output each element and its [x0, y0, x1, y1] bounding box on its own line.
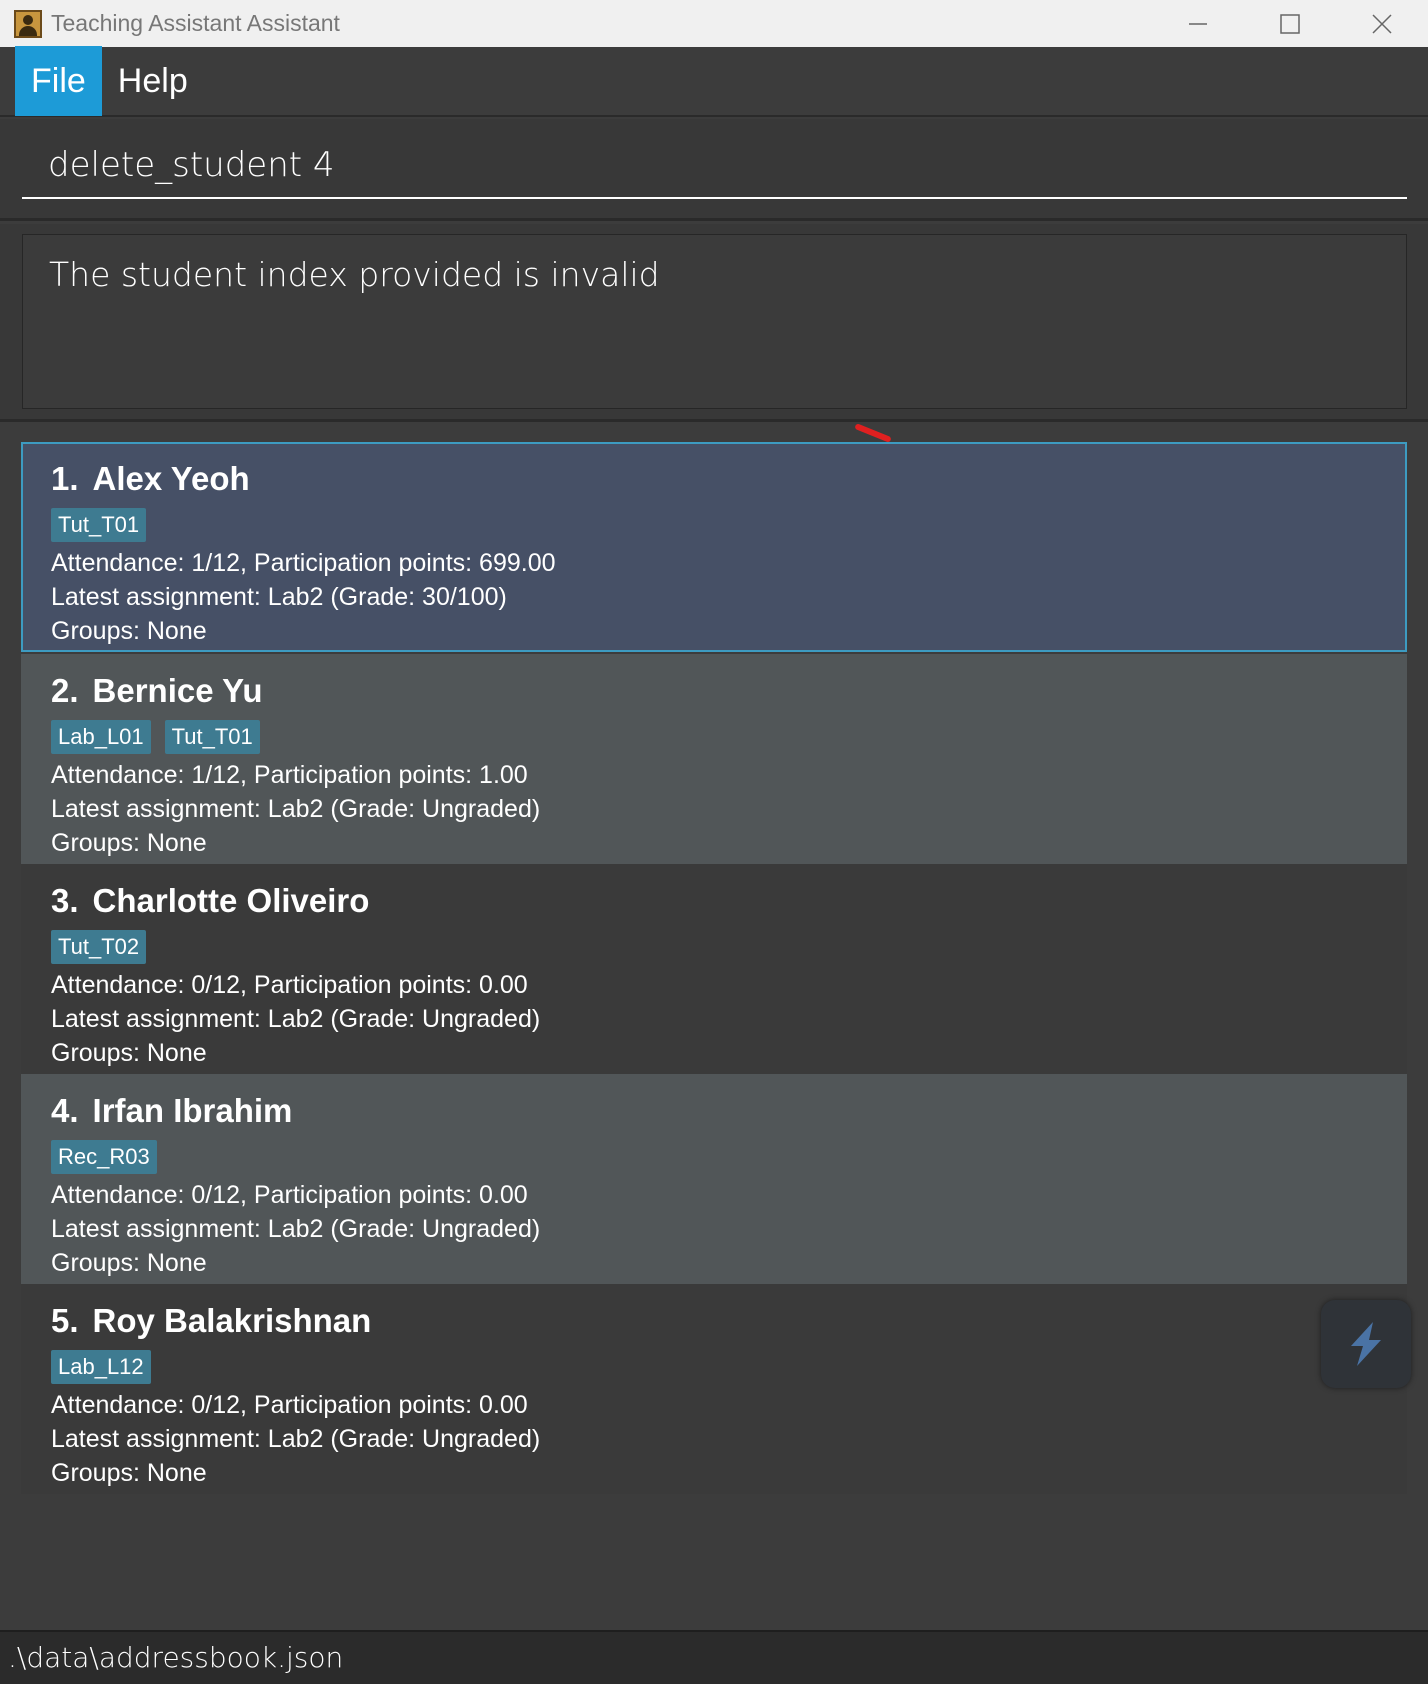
student-card[interactable]: 4. Irfan Ibrahim Rec_R03 Attendance: 0/12… [21, 1074, 1407, 1284]
groups-text: Groups: None [51, 829, 207, 857]
window-title: Teaching Assistant Assistant [51, 10, 340, 36]
student-name-row: 1. Alex Yeoh [51, 456, 1377, 502]
groups-text: Groups: None [51, 1459, 207, 1487]
result-display: The student index provided is invalid [22, 234, 1407, 409]
result-pane: The student index provided is invalid [0, 224, 1428, 422]
student-card[interactable]: 5. Roy Balakrishnan Lab_L12 Attendance: 0… [21, 1284, 1407, 1494]
tag-list: Tut_T02 [51, 930, 1377, 966]
attendance-text: Attendance: 0/12, Participation points: … [51, 1181, 528, 1209]
assignment-text: Latest assignment: Lab2 (Grade: Ungraded… [51, 1425, 541, 1453]
student-name: Charlotte Oliveiro [92, 882, 370, 919]
maximize-button[interactable] [1244, 0, 1336, 47]
minimize-button[interactable] [1152, 0, 1244, 47]
student-card[interactable]: 1. Alex Yeoh Tut_T01 Attendance: 1/12, Pa… [21, 442, 1407, 652]
tag-list: Rec_R03 [51, 1140, 1377, 1176]
assignment-text: Latest assignment: Lab2 (Grade: Ungraded… [51, 795, 541, 823]
assignment-text: Latest assignment: Lab2 (Grade: Ungraded… [51, 1005, 541, 1033]
app-icon [14, 9, 42, 38]
student-index: 5. [51, 1302, 79, 1339]
minimize-icon [1189, 22, 1207, 25]
menu-file[interactable]: File [15, 46, 102, 116]
status-bar: .\data\addressbook.json [0, 1630, 1428, 1684]
close-button[interactable] [1336, 0, 1428, 47]
student-index: 3. [51, 882, 79, 919]
student-name: Roy Balakrishnan [92, 1302, 372, 1339]
tag: Lab_L01 [51, 720, 151, 754]
command-pane: delete_student 4 [0, 119, 1428, 221]
attendance-text: Attendance: 0/12, Participation points: … [51, 1391, 528, 1419]
attendance-text: Attendance: 1/12, Participation points: … [51, 761, 528, 789]
tag: Tut_T02 [51, 930, 147, 964]
student-name-row: 3. Charlotte Oliveiro [51, 878, 1377, 924]
menu-help[interactable]: Help [102, 46, 204, 116]
student-index: 4. [51, 1092, 79, 1129]
maximize-icon [1280, 13, 1300, 34]
student-name: Bernice Yu [92, 672, 263, 709]
student-name-row: 5. Roy Balakrishnan [51, 1298, 1377, 1344]
tag: Lab_L12 [51, 1350, 151, 1384]
attendance-text: Attendance: 1/12, Participation points: … [51, 549, 556, 577]
menu-bar: File Help [0, 46, 1428, 117]
tag: Tut_T01 [51, 508, 147, 542]
floating-action-button[interactable] [1321, 1300, 1411, 1388]
student-name-row: 4. Irfan Ibrahim [51, 1088, 1377, 1134]
lightning-icon [1351, 1322, 1381, 1366]
tag-list: Tut_T01 [51, 508, 1377, 544]
window-controls [1152, 0, 1428, 47]
student-index: 1. [51, 460, 79, 497]
assignment-text: Latest assignment: Lab2 (Grade: Ungraded… [51, 1215, 541, 1243]
tag-list: Lab_L12 [51, 1350, 1377, 1386]
command-input[interactable]: delete_student 4 [22, 135, 1407, 199]
assignment-text: Latest assignment: Lab2 (Grade: 30/100) [51, 583, 507, 611]
student-name: Alex Yeoh [92, 460, 250, 497]
close-icon [1372, 13, 1392, 34]
student-index: 2. [51, 672, 79, 709]
student-name: Irfan Ibrahim [92, 1092, 293, 1129]
student-card[interactable]: 3. Charlotte Oliveiro Tut_T02 Attendance:… [21, 864, 1407, 1074]
student-name-row: 2. Bernice Yu [51, 668, 1377, 714]
title-bar: Teaching Assistant Assistant [0, 0, 1428, 47]
tag: Tut_T01 [164, 720, 260, 754]
groups-text: Groups: None [51, 617, 207, 645]
student-card[interactable]: 2. Bernice Yu Lab_L01 Tut_T01 Attendance:… [21, 654, 1407, 864]
tag-list: Lab_L01 Tut_T01 [51, 720, 1377, 756]
groups-text: Groups: None [51, 1249, 207, 1277]
attendance-text: Attendance: 0/12, Participation points: … [51, 971, 528, 999]
tag: Rec_R03 [51, 1140, 157, 1174]
groups-text: Groups: None [51, 1039, 207, 1067]
